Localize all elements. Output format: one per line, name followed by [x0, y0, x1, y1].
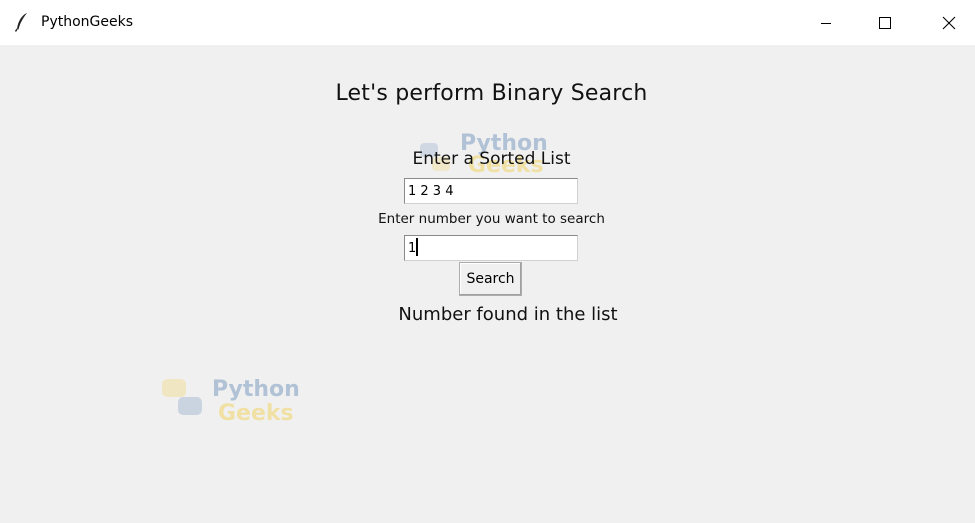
- close-button[interactable]: [926, 0, 972, 45]
- close-icon: [942, 16, 956, 29]
- sorted-list-label: Enter a Sorted List: [412, 149, 571, 169]
- page-title: Let's perform Binary Search: [335, 81, 648, 106]
- text-caret: [416, 238, 419, 256]
- search-number-value: 1: [408, 241, 417, 256]
- window-title: PythonGeeks: [41, 14, 134, 30]
- search-button[interactable]: Search: [459, 262, 522, 296]
- watermark-geeks: Geeks: [218, 401, 294, 426]
- maximize-button[interactable]: [862, 0, 908, 45]
- maximize-icon: [879, 16, 891, 29]
- app-window: PythonGeeks Python Geeks Python Geeks Le…: [0, 0, 975, 523]
- minimize-button[interactable]: [803, 0, 849, 45]
- result-text: Number found in the list: [398, 304, 618, 325]
- watermark-python: Python: [212, 377, 300, 402]
- sorted-list-input[interactable]: [404, 178, 578, 204]
- minimize-icon: [821, 22, 831, 24]
- client-area: Python Geeks Python Geeks Let's perform …: [0, 45, 975, 523]
- feather-icon: [14, 12, 30, 32]
- search-number-label: Enter number you want to search: [378, 211, 605, 227]
- title-bar[interactable]: PythonGeeks: [0, 0, 975, 45]
- search-number-input[interactable]: 1: [404, 235, 578, 261]
